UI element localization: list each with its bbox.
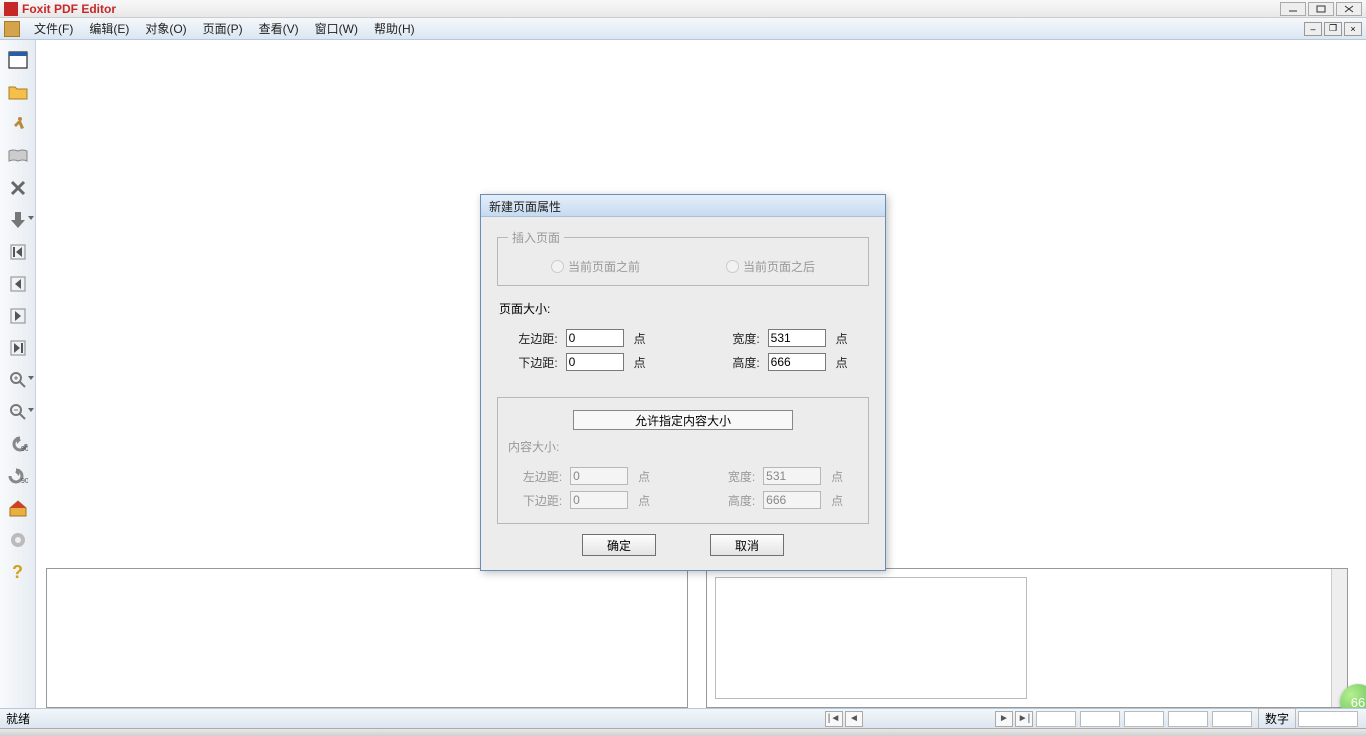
home-icon[interactable] bbox=[4, 494, 32, 522]
status-slot-5 bbox=[1212, 711, 1252, 727]
radio-after-label: 当前页面之后 bbox=[726, 258, 815, 275]
menu-window[interactable]: 窗口(W) bbox=[307, 18, 366, 39]
zoom-in-icon[interactable] bbox=[4, 366, 32, 394]
next-page-icon[interactable] bbox=[4, 302, 32, 330]
menu-page[interactable]: 页面(P) bbox=[195, 18, 251, 39]
ok-button[interactable]: 确定 bbox=[582, 534, 656, 556]
radio-after bbox=[726, 260, 739, 273]
page-bottom-unit: 点 bbox=[634, 354, 661, 371]
page-bottom-input[interactable] bbox=[566, 353, 624, 371]
menu-view[interactable]: 查看(V) bbox=[251, 18, 307, 39]
insert-page-group: 插入页面 当前页面之前 当前页面之后 bbox=[497, 229, 869, 286]
page-width-input[interactable] bbox=[768, 329, 826, 347]
numlock-indicator: 数字 bbox=[1258, 708, 1296, 729]
prev-page-icon[interactable] bbox=[4, 270, 32, 298]
page-left-unit: 点 bbox=[634, 330, 661, 347]
status-slot-1 bbox=[1036, 711, 1076, 727]
page-size-group: 页面大小: 左边距: 点 宽度: 点 下边距: 点 高度: 点 bbox=[497, 296, 869, 387]
content-bottom-unit: 点 bbox=[638, 492, 661, 509]
status-prev-icon[interactable]: ◄ bbox=[845, 711, 863, 727]
page-left-input[interactable] bbox=[566, 329, 624, 347]
svg-text:90: 90 bbox=[21, 446, 28, 452]
right-pane-inner bbox=[715, 577, 1027, 699]
menu-object[interactable]: 对象(O) bbox=[137, 18, 194, 39]
doc-minimize-button[interactable]: – bbox=[1304, 22, 1322, 36]
menubar: 文件(F) 编辑(E) 对象(O) 页面(P) 查看(V) 窗口(W) 帮助(H… bbox=[0, 18, 1366, 40]
rotate-ccw-icon[interactable]: 90 bbox=[4, 430, 32, 458]
insert-page-legend: 插入页面 bbox=[508, 229, 564, 246]
close-button[interactable] bbox=[1336, 2, 1362, 16]
content-size-group: 允许指定内容大小 内容大小: 左边距: 点 宽度: 点 下边距: 点 高度: 点 bbox=[497, 397, 869, 524]
new-page-properties-dialog: 新建页面属性 插入页面 当前页面之前 当前页面之后 页面大小: 左边距: 点 bbox=[480, 194, 886, 571]
vertical-scrollbar[interactable] bbox=[1331, 569, 1347, 707]
last-page-icon[interactable] bbox=[4, 334, 32, 362]
taskbar-strip bbox=[0, 728, 1366, 736]
book-icon[interactable] bbox=[4, 142, 32, 170]
status-next-icon[interactable]: ► bbox=[995, 711, 1013, 727]
page-width-unit: 点 bbox=[836, 330, 863, 347]
svg-text:90: 90 bbox=[21, 478, 28, 484]
first-page-icon[interactable] bbox=[4, 238, 32, 266]
app-menu-icon[interactable] bbox=[4, 21, 20, 37]
minimize-button[interactable] bbox=[1280, 2, 1306, 16]
content-width-input bbox=[763, 467, 821, 485]
left-pane bbox=[46, 568, 688, 708]
status-slot-3 bbox=[1124, 711, 1164, 727]
maximize-button[interactable] bbox=[1308, 2, 1334, 16]
titlebar: Foxit PDF Editor bbox=[0, 0, 1366, 18]
content-width-unit: 点 bbox=[831, 468, 854, 485]
page-size-label: 页面大小: bbox=[499, 300, 867, 317]
new-doc-icon[interactable] bbox=[4, 46, 32, 74]
menu-help[interactable]: 帮助(H) bbox=[366, 18, 423, 39]
statusbar: 就绪 |◄ ◄ ► ►| 数字 bbox=[0, 708, 1366, 728]
status-slot-6 bbox=[1298, 711, 1358, 727]
doc-restore-button[interactable]: ❐ bbox=[1324, 22, 1342, 36]
content-width-label: 宽度: bbox=[717, 468, 755, 485]
open-folder-icon[interactable] bbox=[4, 78, 32, 106]
gear-icon[interactable] bbox=[4, 526, 32, 554]
zoom-out-icon[interactable] bbox=[4, 398, 32, 426]
content-size-label: 内容大小: bbox=[508, 438, 858, 455]
content-bottom-label: 下边距: bbox=[512, 492, 562, 509]
rotate-cw-icon[interactable]: 90 bbox=[4, 462, 32, 490]
menu-edit[interactable]: 编辑(E) bbox=[81, 18, 137, 39]
status-text: 就绪 bbox=[6, 710, 824, 727]
page-height-input[interactable] bbox=[768, 353, 826, 371]
window-controls bbox=[1280, 2, 1362, 16]
app-icon bbox=[4, 2, 18, 16]
right-pane bbox=[706, 568, 1348, 708]
allow-content-size-button[interactable]: 允许指定内容大小 bbox=[573, 410, 793, 430]
content-height-input bbox=[763, 491, 821, 509]
download-arrow-icon[interactable] bbox=[4, 206, 32, 234]
svg-text:?: ? bbox=[12, 562, 23, 582]
content-left-unit: 点 bbox=[638, 468, 661, 485]
radio-before bbox=[551, 260, 564, 273]
lower-panes bbox=[46, 568, 1366, 708]
page-height-unit: 点 bbox=[836, 354, 863, 371]
close-x-icon[interactable] bbox=[4, 174, 32, 202]
content-height-label: 高度: bbox=[717, 492, 755, 509]
help-icon[interactable]: ? bbox=[4, 558, 32, 586]
doc-close-button[interactable]: × bbox=[1344, 22, 1362, 36]
radio-before-label: 当前页面之前 bbox=[551, 258, 640, 275]
content-bottom-input bbox=[570, 491, 628, 509]
vertical-toolbar: 90 90 ? bbox=[0, 40, 36, 708]
page-width-label: 宽度: bbox=[717, 330, 760, 347]
content-left-label: 左边距: bbox=[512, 468, 562, 485]
status-slot-2 bbox=[1080, 711, 1120, 727]
page-height-label: 高度: bbox=[717, 354, 760, 371]
content-left-input bbox=[570, 467, 628, 485]
content-height-unit: 点 bbox=[831, 492, 854, 509]
page-left-label: 左边距: bbox=[503, 330, 558, 347]
status-first-icon[interactable]: |◄ bbox=[825, 711, 843, 727]
menu-file[interactable]: 文件(F) bbox=[26, 18, 81, 39]
app-title: Foxit PDF Editor bbox=[22, 2, 1280, 16]
cancel-button[interactable]: 取消 bbox=[710, 534, 784, 556]
dialog-title: 新建页面属性 bbox=[481, 195, 885, 217]
page-bottom-label: 下边距: bbox=[503, 354, 558, 371]
status-slot-4 bbox=[1168, 711, 1208, 727]
running-man-icon[interactable] bbox=[4, 110, 32, 138]
status-last-icon[interactable]: ►| bbox=[1015, 711, 1033, 727]
